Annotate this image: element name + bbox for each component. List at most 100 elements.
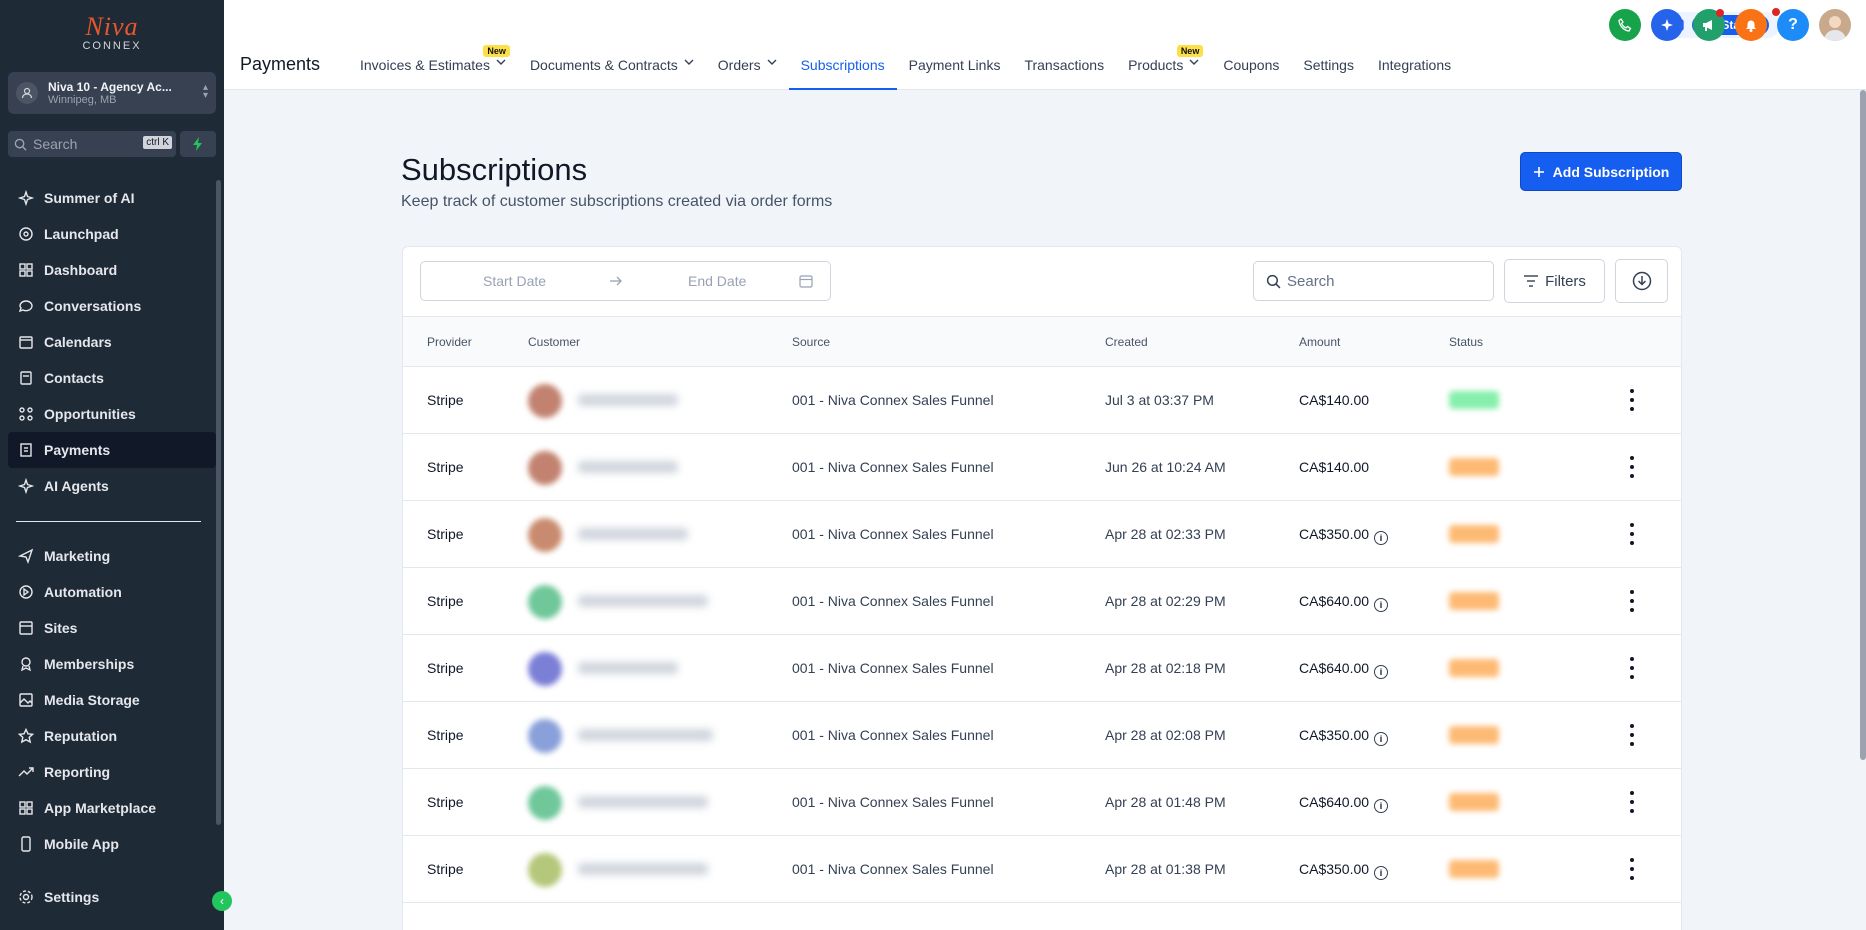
row-actions-kebab-icon[interactable] [1629,657,1635,679]
row-actions-kebab-icon[interactable] [1629,858,1635,880]
sidebar-item-automation[interactable]: Automation [0,574,224,610]
page-scrollbar[interactable] [1860,90,1866,760]
info-icon[interactable]: i [1374,732,1389,746]
image-icon [19,693,33,707]
table-search-placeholder: Search [1287,272,1335,290]
sidebar-item-launchpad[interactable]: Launchpad [0,216,224,252]
provider-cell: Stripe [427,392,464,408]
info-icon[interactable]: i [1374,866,1389,880]
customer-name-redacted [578,394,678,406]
info-icon[interactable]: i [1374,799,1389,813]
source-cell[interactable]: 001 - Niva Connex Sales Funnel [792,459,994,475]
source-cell[interactable]: 001 - Niva Connex Sales Funnel [792,660,994,676]
download-button[interactable] [1615,259,1668,303]
info-icon[interactable]: i [1374,665,1389,679]
column-header-provider[interactable]: Provider [427,335,472,349]
row-actions-kebab-icon[interactable] [1629,389,1635,411]
subscriptions-subtitle: Keep track of customer subscriptions cre… [401,193,833,210]
tab-documents-contracts[interactable]: Documents & Contracts [518,50,706,90]
sidebar-item-label: AI Agents [44,478,109,494]
table-row[interactable]: Stripe 001 - Niva Connex Sales Funnel Apr … [403,769,1681,836]
source-cell[interactable]: 001 - Niva Connex Sales Funnel [792,861,994,877]
row-actions-kebab-icon[interactable] [1629,523,1635,545]
column-header-source[interactable]: Source [792,335,830,349]
tab-label: Subscriptions [800,57,885,73]
tab-label: Integrations [1377,57,1452,73]
sidebar-item-conversations[interactable]: Conversations [0,288,224,324]
add-subscription-button[interactable]: Add Subscription [1520,152,1682,191]
tab-coupons[interactable]: Coupons [1211,50,1291,90]
created-cell: Jun 26 at 10:24 AM [1105,459,1226,475]
tab-payment-links[interactable]: Payment Links [897,50,1013,90]
sidebar-item-sites[interactable]: Sites [0,610,224,646]
column-header-customer[interactable]: Customer [528,335,580,349]
announcements-button[interactable] [1693,9,1725,41]
status-badge [1449,592,1499,610]
amount-value: CA$640.00 [1299,660,1370,676]
ai-assistant-button[interactable] [1651,9,1683,41]
table-row[interactable]: Stripe 001 - Niva Connex Sales Funnel Apr … [403,501,1681,568]
filters-button[interactable]: Filters [1504,259,1605,303]
sidebar-scrollbar[interactable] [216,180,221,825]
column-header-amount[interactable]: Amount [1299,335,1340,349]
source-cell[interactable]: 001 - Niva Connex Sales Funnel [792,526,994,542]
plus-icon [1533,166,1544,177]
quick-action-button[interactable] [180,131,216,157]
sidebar-item-marketing[interactable]: Marketing [0,538,224,574]
tab-subscriptions[interactable]: Subscriptions [788,50,897,90]
column-header-created[interactable]: Created [1105,335,1148,349]
amount-cell: CA$640.00 i [1299,794,1389,813]
sidebar-item-ai-agents[interactable]: AI Agents [0,468,224,504]
phone-call-button[interactable] [1609,9,1641,41]
table-row[interactable]: Stripe 001 - Niva Connex Sales Funnel Apr … [403,568,1681,635]
sidebar-item-reputation[interactable]: Reputation [0,718,224,754]
source-cell[interactable]: 001 - Niva Connex Sales Funnel [792,794,994,810]
sidebar-item-settings[interactable]: Settings [0,879,224,915]
tab-label: Transactions [1024,57,1105,73]
tab-orders[interactable]: Orders [706,50,789,90]
sidebar-item-contacts[interactable]: Contacts [0,360,224,396]
row-actions-kebab-icon[interactable] [1629,590,1635,612]
notifications-button[interactable] [1735,9,1767,41]
sidebar-item-opportunities[interactable]: Opportunities [0,396,224,432]
chevron-left-icon: ‹ [220,894,224,908]
tab-label: Settings [1303,57,1354,73]
help-button[interactable]: ? [1777,9,1809,41]
brand-logo[interactable]: Niva CONNEX [0,0,224,60]
sidebar-item-media-storage[interactable]: Media Storage [0,682,224,718]
table-row[interactable]: Stripe 001 - Niva Connex Sales Funnel Jun … [403,434,1681,501]
source-cell[interactable]: 001 - Niva Connex Sales Funnel [792,392,994,408]
tab-products[interactable]: Products New [1116,45,1211,90]
table-row[interactable]: Stripe 001 - Niva Connex Sales Funnel Apr … [403,836,1681,903]
source-cell[interactable]: 001 - Niva Connex Sales Funnel [792,727,994,743]
table-row[interactable]: Stripe 001 - Niva Connex Sales Funnel Apr … [403,702,1681,769]
info-icon[interactable]: i [1374,531,1389,545]
sidebar-item-label: Reputation [44,728,118,744]
table-row[interactable]: Stripe 001 - Niva Connex Sales Funnel Jul … [403,367,1681,434]
user-avatar[interactable] [1819,9,1851,41]
tab-settings[interactable]: Settings [1291,50,1366,90]
sidebar-item-dashboard[interactable]: Dashboard [0,252,224,288]
source-cell[interactable]: 001 - Niva Connex Sales Funnel [792,593,994,609]
sidebar-item-calendars[interactable]: Calendars [0,324,224,360]
row-actions-kebab-icon[interactable] [1629,791,1635,813]
tab-transactions[interactable]: Transactions [1012,50,1116,90]
sidebar-item-payments[interactable]: Payments [8,432,216,468]
sidebar-item-summer-of-ai[interactable]: Summer of AI [0,180,224,216]
tab-integrations[interactable]: Integrations [1366,50,1463,90]
sidebar-item-mobile-app[interactable]: Mobile App [0,826,224,862]
row-actions-kebab-icon[interactable] [1629,724,1635,746]
row-actions-kebab-icon[interactable] [1629,456,1635,478]
table-search-input[interactable]: Search [1253,261,1494,301]
sidebar-item-reporting[interactable]: Reporting [0,754,224,790]
sidebar-item-app-marketplace[interactable]: App Marketplace [0,790,224,826]
info-icon[interactable]: i [1374,598,1389,612]
column-header-status[interactable]: Status [1449,335,1483,349]
date-range-picker[interactable]: Start Date End Date [420,261,831,301]
table-row[interactable]: Stripe 001 - Niva Connex Sales Funnel Apr … [403,635,1681,702]
sidebar-item-memberships[interactable]: Memberships [0,646,224,682]
account-switcher[interactable]: Niva 10 - Agency Ac... Winnipeg, MB ▴ ▾ [8,72,216,114]
sidebar-search[interactable]: Search ctrl K [8,131,176,157]
collapse-sidebar-button[interactable]: ‹ [212,891,232,911]
tab-invoices-estimates[interactable]: Invoices & Estimates New [348,45,518,90]
